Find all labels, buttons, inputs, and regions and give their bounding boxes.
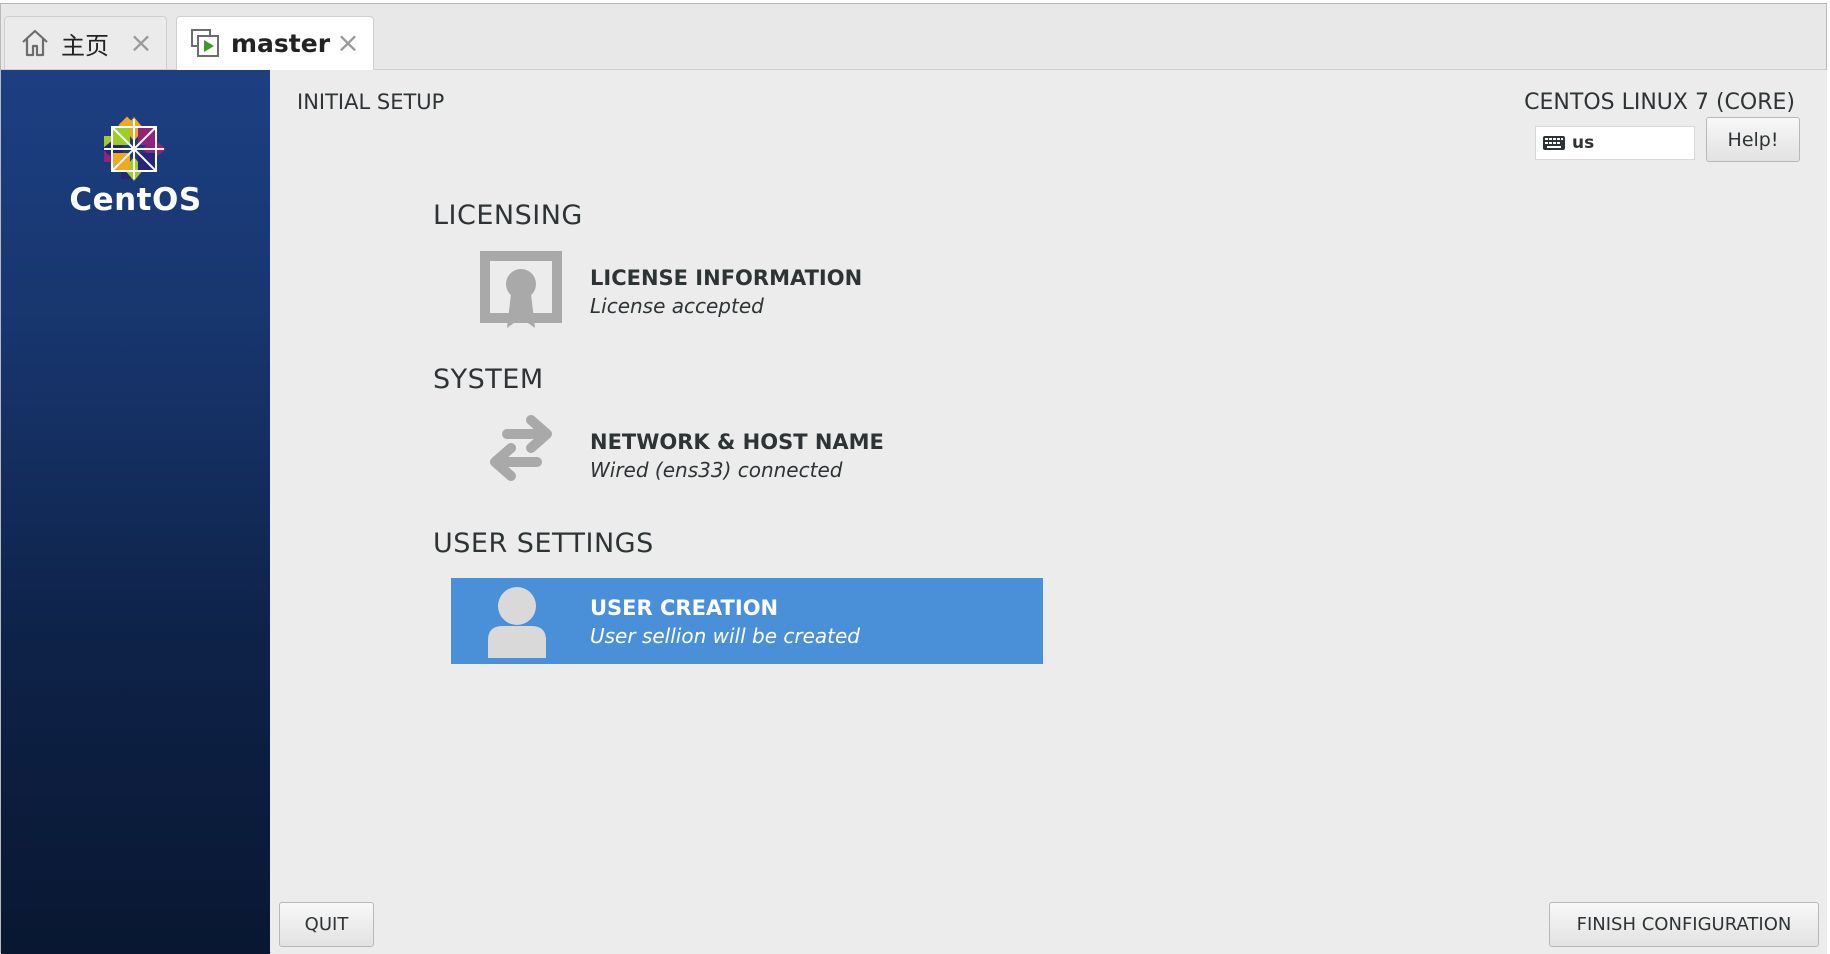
page-title: INITIAL SETUP xyxy=(297,90,445,114)
spoke-network-host-name[interactable]: NETWORK & HOST NAME Wired (ens33) connec… xyxy=(451,412,1043,498)
finish-configuration-button[interactable]: FINISH CONFIGURATION xyxy=(1549,902,1819,947)
sidebar: CentOS xyxy=(1,70,270,954)
home-icon xyxy=(19,27,51,59)
section-user-settings: USER SETTINGS xyxy=(433,528,654,559)
network-arrows-icon xyxy=(490,415,552,481)
tab-bar: 主页 × master × xyxy=(1,4,1826,70)
spoke-status: Wired (ens33) connected xyxy=(590,458,843,482)
spoke-status: License accepted xyxy=(590,294,764,318)
vm-play-icon xyxy=(189,27,223,61)
spoke-status: User sellion will be created xyxy=(590,624,860,648)
license-icon xyxy=(480,251,562,328)
tab-master[interactable]: master × xyxy=(176,16,374,70)
section-system: SYSTEM xyxy=(433,364,544,395)
section-licensing: LICENSING xyxy=(433,200,583,231)
spoke-title: NETWORK & HOST NAME xyxy=(590,430,884,454)
vm-window: 主页 × master × CentOS INITIAL SETUP CENTO… xyxy=(0,3,1827,954)
spoke-license-information[interactable]: LICENSE INFORMATION License accepted xyxy=(451,248,1043,334)
tab-home-label: 主页 xyxy=(61,31,109,60)
quit-button[interactable]: QUIT xyxy=(279,902,374,947)
main-panel: INITIAL SETUP CENTOS LINUX 7 (CORE) us H… xyxy=(271,70,1827,954)
keyboard-layout-label: us xyxy=(1572,133,1595,153)
centos-logo-icon xyxy=(102,116,166,181)
close-icon[interactable]: × xyxy=(335,29,361,57)
brand-name: CentOS xyxy=(69,182,202,218)
tab-home[interactable]: 主页 × xyxy=(4,16,167,69)
help-button[interactable]: Help! xyxy=(1706,117,1800,162)
tab-master-label: master xyxy=(231,29,331,58)
product-name: CENTOS LINUX 7 (CORE) xyxy=(1524,90,1795,115)
spoke-title: USER CREATION xyxy=(590,596,779,620)
user-icon xyxy=(488,587,546,658)
spoke-user-creation[interactable]: USER CREATION User sellion will be creat… xyxy=(451,578,1043,664)
keyboard-icon xyxy=(1542,135,1566,151)
close-icon[interactable]: × xyxy=(128,29,154,57)
keyboard-layout-indicator[interactable]: us xyxy=(1535,126,1695,160)
spoke-title: LICENSE INFORMATION xyxy=(590,266,863,290)
